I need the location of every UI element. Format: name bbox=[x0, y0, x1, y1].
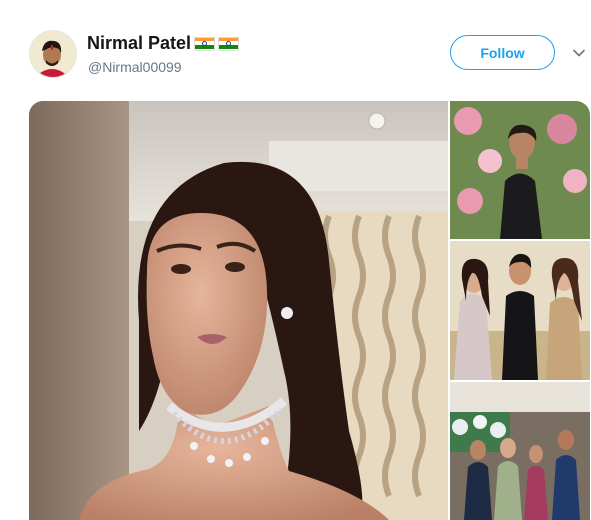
thumbnail-1[interactable] bbox=[450, 101, 590, 239]
author-handle[interactable]: @Nirmal00099 bbox=[88, 59, 182, 75]
author-name-row[interactable]: Nirmal Patel bbox=[87, 33, 240, 54]
india-flag-icon bbox=[194, 36, 216, 51]
author-name[interactable]: Nirmal Patel bbox=[87, 33, 191, 54]
follow-button[interactable]: Follow bbox=[450, 35, 555, 70]
tweet-media-grid bbox=[29, 101, 590, 520]
avatar[interactable] bbox=[29, 30, 77, 78]
thumbnail-2[interactable] bbox=[450, 241, 590, 380]
india-flag-icon bbox=[218, 36, 240, 51]
main-photo[interactable] bbox=[29, 101, 448, 520]
avatar-image bbox=[30, 31, 76, 77]
chevron-down-icon[interactable] bbox=[570, 44, 588, 62]
thumbnail-3[interactable] bbox=[450, 382, 590, 520]
tweet-header: Nirmal Patel @Nirmal00099 Follow bbox=[0, 0, 591, 100]
